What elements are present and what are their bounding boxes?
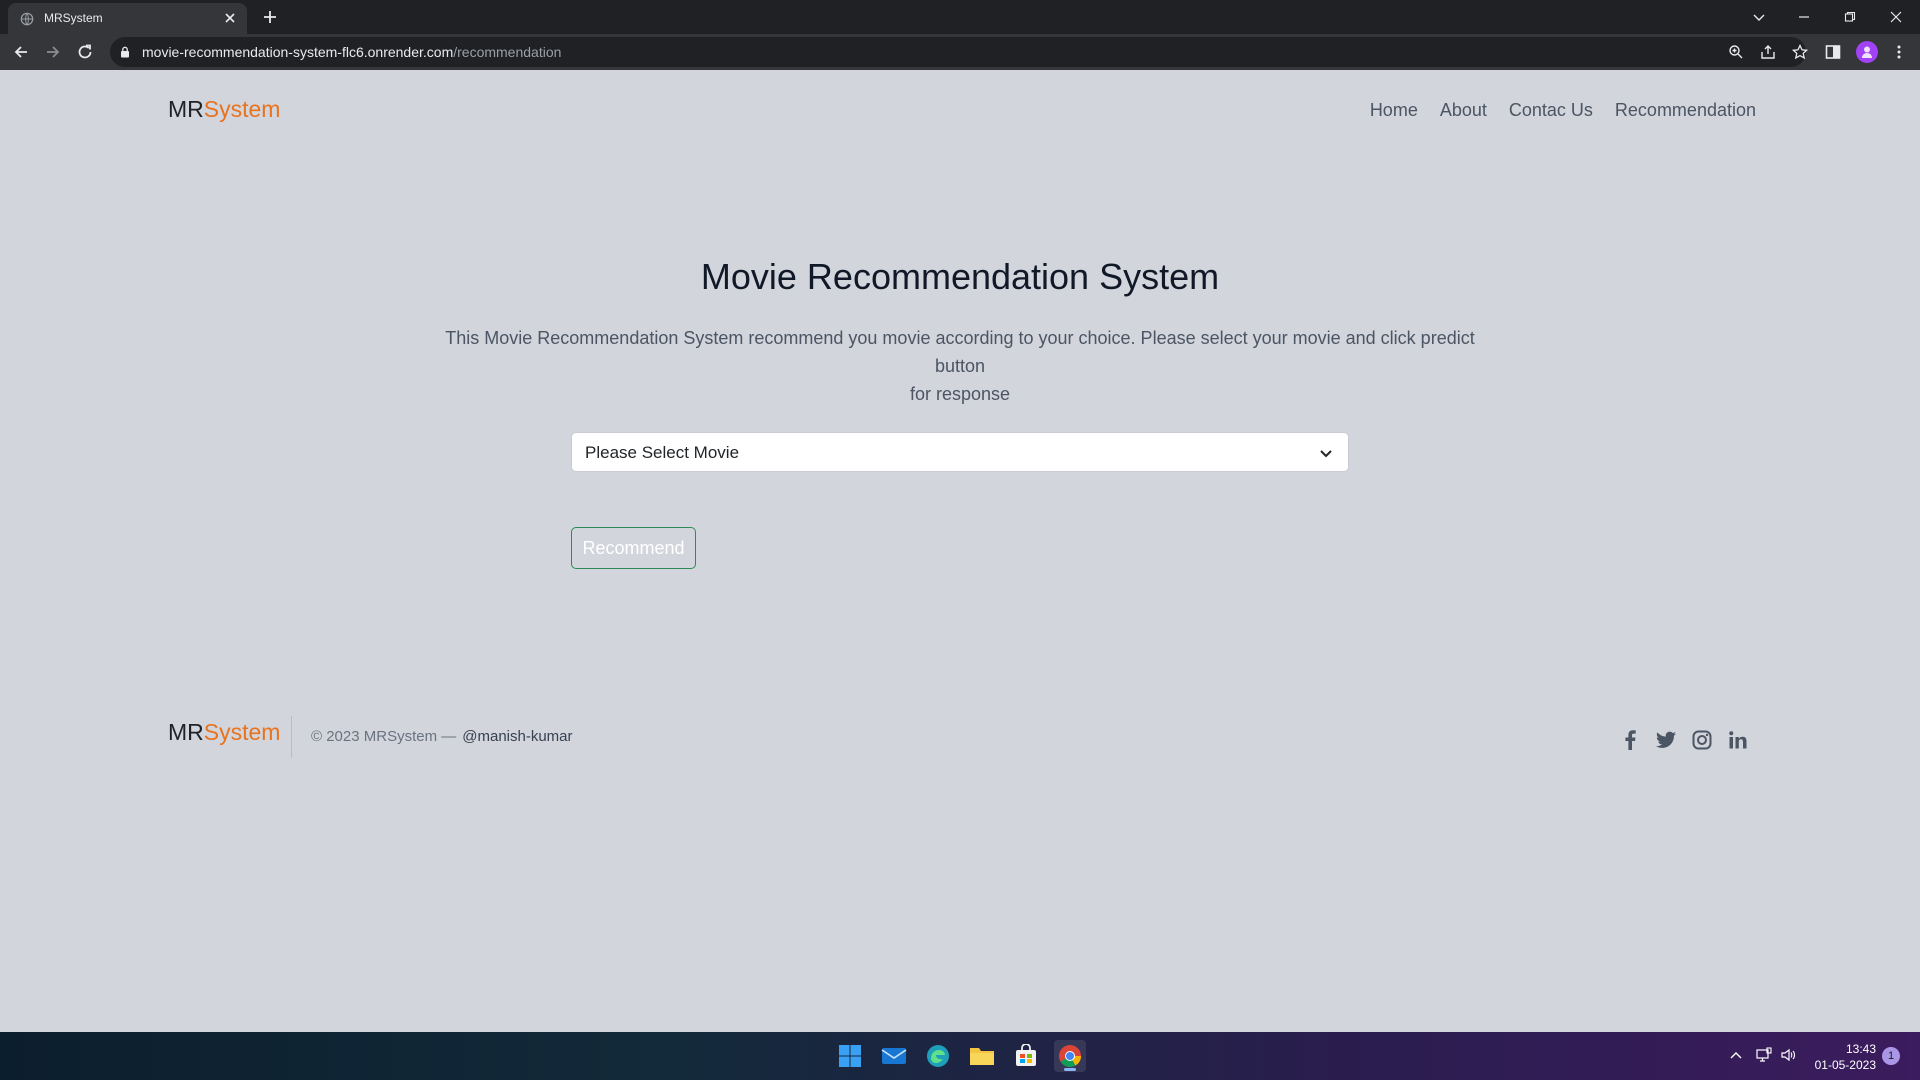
instagram-icon[interactable] (1692, 730, 1712, 750)
close-tab-icon[interactable] (223, 11, 237, 25)
zoom-icon[interactable] (1728, 44, 1744, 60)
tab-title: MRSystem (44, 11, 103, 25)
movie-select-value: Please Select Movie (585, 443, 740, 462)
chevron-up-icon[interactable] (1728, 1047, 1744, 1063)
share-icon[interactable] (1760, 44, 1776, 60)
mail-icon[interactable] (878, 1040, 910, 1072)
globe-icon (20, 12, 34, 26)
browser-tab[interactable]: MRSystem (8, 3, 247, 34)
clock-date: 01-05-2023 (1814, 1058, 1876, 1072)
address-bar[interactable]: movie-recommendation-system-flc6.onrende… (110, 37, 1808, 67)
header-logo[interactable]: MRSystem (168, 96, 280, 123)
windows-start-icon[interactable] (834, 1040, 866, 1072)
tab-search-icon[interactable] (1748, 6, 1770, 28)
chrome-icon[interactable] (1054, 1040, 1086, 1072)
page-title: Movie Recommendation System (700, 256, 1220, 297)
clock-time: 13:43 (1845, 1042, 1876, 1056)
facebook-icon[interactable] (1620, 730, 1640, 750)
profile-avatar[interactable] (1856, 41, 1878, 63)
nav-about[interactable]: About (1440, 100, 1487, 121)
microsoft-store-icon[interactable] (1010, 1040, 1042, 1072)
url-host: movie-recommendation-system-flc6.onrende… (142, 44, 454, 60)
back-icon[interactable] (12, 43, 30, 61)
reload-icon[interactable] (76, 43, 94, 61)
network-icon[interactable] (1756, 1047, 1772, 1063)
close-window-icon[interactable] (1885, 6, 1907, 28)
minimize-icon[interactable] (1793, 6, 1815, 28)
browser-toolbar: movie-recommendation-system-flc6.onrende… (0, 34, 1920, 70)
chevron-down-icon (1320, 450, 1332, 458)
nav-recommendation[interactable]: Recommendation (1615, 100, 1756, 121)
logo-system: System (203, 96, 281, 122)
recommend-button[interactable]: Recommend (571, 527, 696, 569)
twitter-icon[interactable] (1656, 730, 1676, 750)
new-tab-icon[interactable] (261, 8, 279, 26)
footer-logo[interactable]: MRSystem (168, 719, 280, 746)
linkedin-icon[interactable] (1728, 730, 1748, 750)
main-nav: Home About Contac Us Recommendation (1370, 100, 1756, 121)
description-line-2: for response (909, 384, 1011, 404)
copyright-label: © 2023 MRSystem — (311, 728, 457, 745)
windows-taskbar: 13:43 01-05-2023 1 (0, 1032, 1920, 1080)
browser-tab-strip: MRSystem (0, 0, 1920, 34)
footer-divider (291, 716, 292, 758)
bookmark-star-icon[interactable] (1792, 44, 1808, 60)
forward-icon[interactable] (44, 43, 62, 61)
footer-logo-mr: MR (168, 719, 204, 745)
lock-icon (121, 46, 129, 58)
copyright-text: © 2023 MRSystem — @manish-kumar (311, 728, 573, 745)
nav-home[interactable]: Home (1370, 100, 1418, 121)
edge-browser-icon[interactable] (922, 1040, 954, 1072)
logo-mr: MR (168, 96, 204, 122)
url-path: /recommendation (453, 44, 562, 60)
volume-icon[interactable] (1780, 1047, 1796, 1063)
notification-badge[interactable]: 1 (1882, 1047, 1900, 1065)
url-text: movie-recommendation-system-flc6.onrende… (142, 44, 561, 60)
page: MRSystem Home About Contac Us Recommenda… (0, 70, 1920, 1032)
footer-logo-system: System (203, 719, 281, 745)
author-link[interactable]: @manish-kumar (462, 728, 572, 745)
description-line-1: This Movie Recommendation System recomme… (445, 328, 1475, 376)
nav-contact[interactable]: Contac Us (1509, 100, 1593, 121)
page-description: This Movie Recommendation System recomme… (420, 324, 1500, 408)
side-panel-icon[interactable] (1824, 43, 1842, 61)
menu-icon[interactable] (1890, 43, 1908, 61)
system-clock[interactable]: 13:43 01-05-2023 (1806, 1041, 1876, 1073)
movie-select[interactable]: Please Select Movie (571, 432, 1349, 472)
active-app-indicator (1064, 1068, 1076, 1071)
file-explorer-icon[interactable] (966, 1040, 998, 1072)
restore-icon[interactable] (1839, 6, 1861, 28)
social-links (1620, 730, 1748, 750)
